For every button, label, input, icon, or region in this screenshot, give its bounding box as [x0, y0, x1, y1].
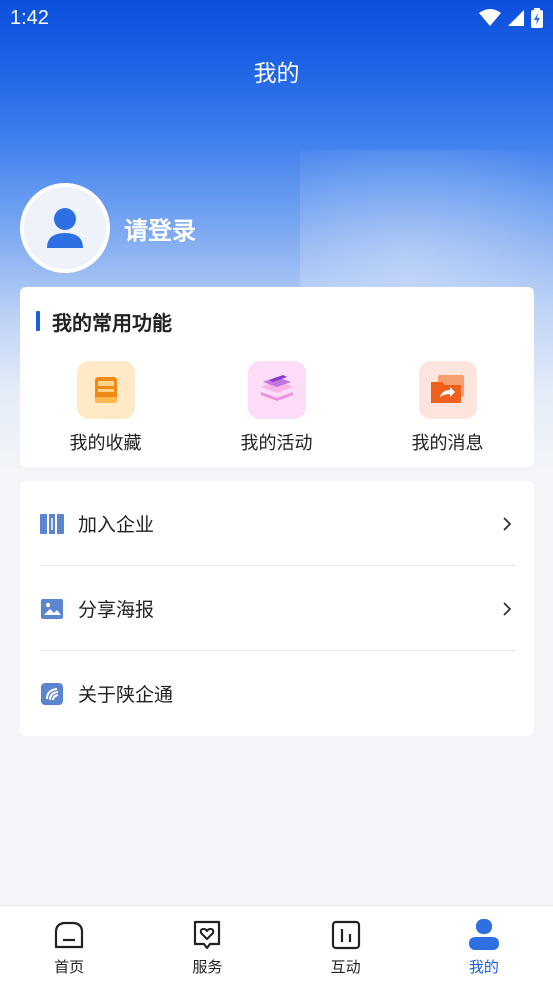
- interact-chart-icon: [329, 918, 363, 952]
- battery-icon: [531, 8, 543, 28]
- section-title-bar: [36, 311, 40, 331]
- chevron-right-icon: [499, 516, 515, 532]
- service-heart-icon: [190, 918, 224, 952]
- function-label: 我的消息: [411, 433, 484, 454]
- profile-login-area[interactable]: 请登录: [20, 183, 196, 273]
- tab-label: 首页: [54, 958, 85, 976]
- chevron-right-icon: [499, 601, 515, 617]
- menu-item-label: 关于陕企通: [78, 684, 174, 706]
- collection-book-icon: [76, 361, 135, 419]
- message-folder-icon: [418, 361, 477, 419]
- section-title-text: 我的常用功能: [52, 310, 172, 335]
- bottom-tab-bar: 首页 服务 互动 我的: [0, 905, 553, 983]
- enterprise-book-icon: [40, 512, 64, 536]
- poster-image-icon: [40, 597, 64, 621]
- function-activity[interactable]: 我的活动: [191, 361, 362, 455]
- menu-item-label: 加入企业: [78, 514, 155, 536]
- tab-label: 服务: [192, 958, 223, 976]
- function-grid: 我的收藏 我的活动 我的消息: [20, 361, 534, 455]
- tab-interact[interactable]: 互动: [277, 906, 415, 983]
- login-prompt[interactable]: 请登录: [124, 211, 196, 246]
- avatar[interactable]: [20, 183, 110, 273]
- profile-person-icon: [467, 918, 501, 952]
- wifi-icon: [479, 9, 501, 26]
- tab-service[interactable]: 服务: [138, 906, 276, 983]
- menu-item-share-poster[interactable]: 分享海报: [40, 566, 515, 651]
- status-bar: 1:42: [0, 0, 553, 38]
- function-messages[interactable]: 我的消息: [362, 361, 533, 455]
- app-logo-icon: [40, 682, 64, 706]
- tab-mine[interactable]: 我的: [415, 906, 553, 983]
- status-icons: [479, 8, 543, 28]
- function-label: 我的活动: [240, 433, 313, 454]
- page-title: 我的: [253, 61, 300, 87]
- menu-item-join-enterprise[interactable]: 加入企业: [40, 481, 515, 566]
- function-collection[interactable]: 我的收藏: [20, 361, 191, 455]
- tab-label: 我的: [468, 958, 499, 976]
- home-icon: [52, 918, 86, 952]
- function-label: 我的收藏: [69, 433, 142, 454]
- common-functions-card: 我的常用功能 我的收藏 我的活动 我的消息: [20, 287, 534, 467]
- settings-menu-card: 加入企业 分享海报 关于陕企通: [20, 481, 534, 736]
- activity-layers-icon: [247, 361, 306, 419]
- status-time: 1:42: [10, 7, 49, 29]
- section-title: 我的常用功能: [36, 309, 172, 335]
- tab-home[interactable]: 首页: [0, 906, 138, 983]
- tab-label: 互动: [330, 958, 361, 976]
- menu-item-about[interactable]: 关于陕企通: [40, 651, 515, 736]
- menu-item-label: 分享海报: [78, 599, 155, 621]
- signal-icon: [508, 10, 524, 26]
- user-avatar-icon: [47, 208, 83, 248]
